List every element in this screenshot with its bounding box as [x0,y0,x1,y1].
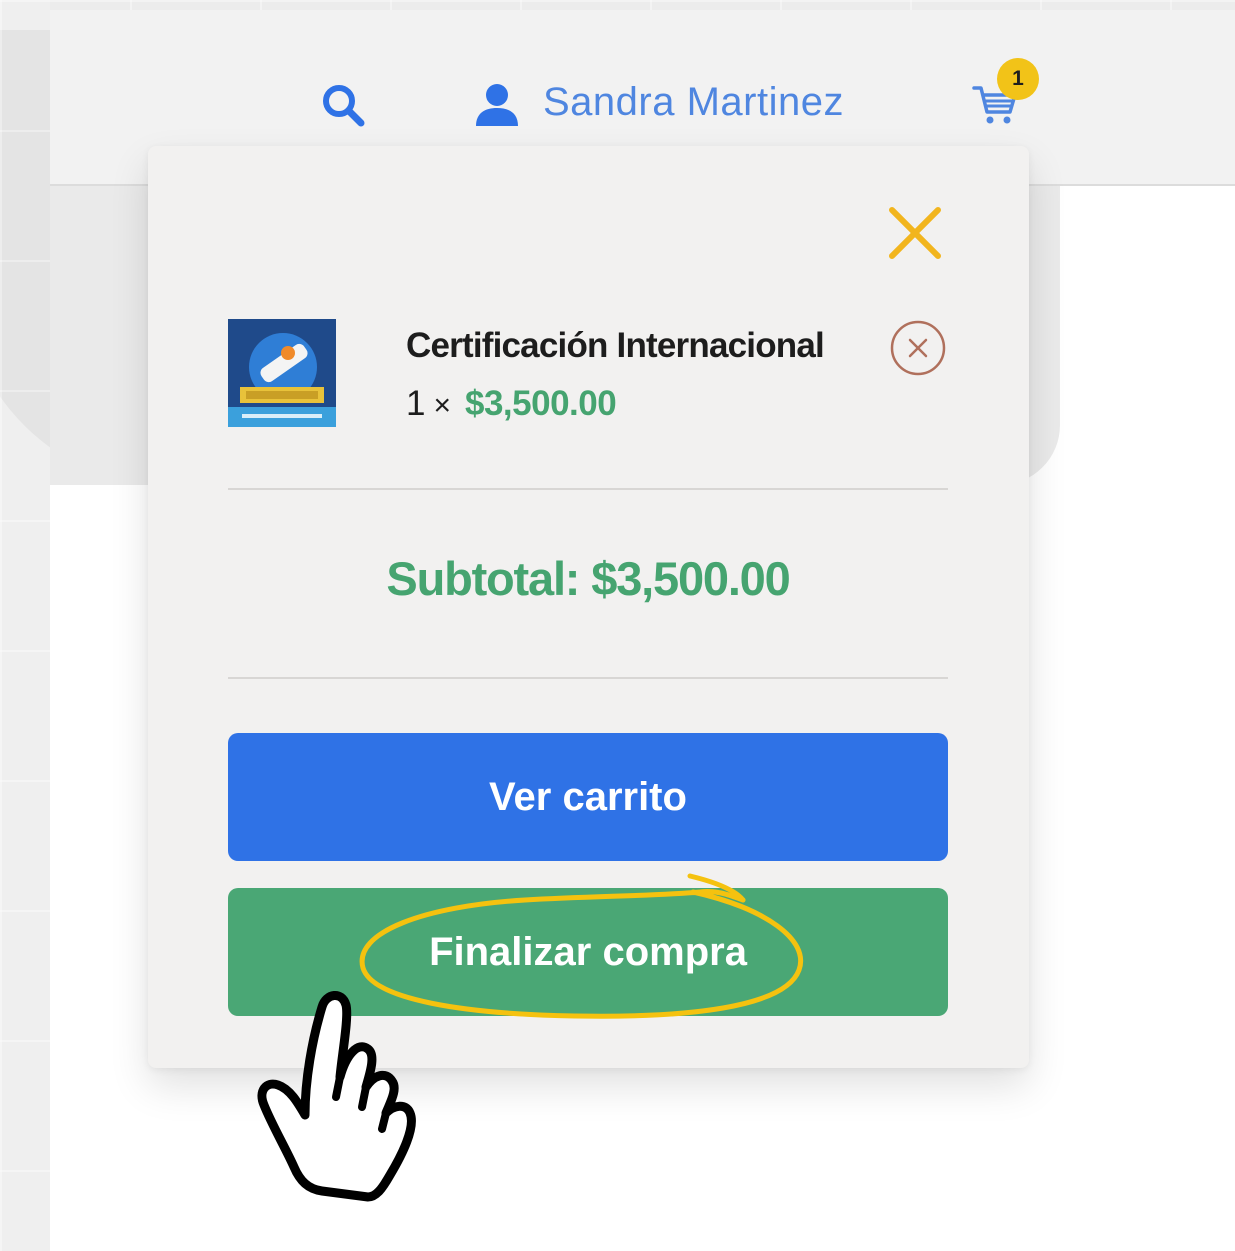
remove-circle-icon[interactable] [889,319,947,377]
product-thumbnail[interactable] [228,319,336,427]
times-sign: × [433,389,451,422]
pointer-hand-icon [257,991,416,1202]
subtotal-value: $3,500.00 [591,552,790,605]
search-icon[interactable] [318,80,368,130]
subtotal-label: Subtotal: [386,552,580,605]
cart-count-badge: 1 [997,58,1039,100]
user-icon[interactable] [474,82,520,128]
close-icon[interactable] [886,204,944,262]
divider [228,677,948,679]
view-cart-button[interactable]: Ver carrito [228,733,948,861]
subtotal: Subtotal: $3,500.00 [228,551,948,606]
product-quantity-price-line: 1 × $3,500.00 [406,384,617,424]
product-quantity: 1 [406,384,426,423]
product-name[interactable]: Certificación Internacional [406,326,825,366]
user-name-link[interactable]: Sandra Martinez [543,80,844,125]
product-price: $3,500.00 [465,384,617,423]
divider [228,488,948,490]
